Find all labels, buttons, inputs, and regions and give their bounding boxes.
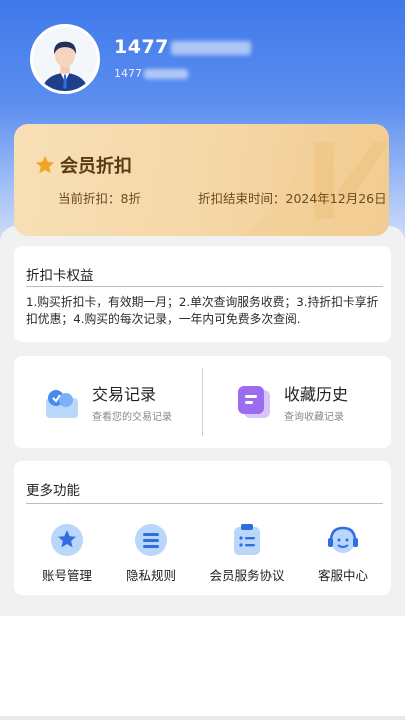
avatar-icon [33, 27, 97, 91]
more-functions-card: 更多功能 账号管理 隐私规则 会员服务协议 客服中心 [14, 461, 391, 595]
records-separator [202, 368, 203, 436]
member-agreement-label: 会员服务协议 [209, 568, 285, 583]
more-functions-heading: 更多功能 [26, 483, 80, 499]
masked-name [170, 40, 251, 55]
vip-title: 会员折扣 [34, 152, 132, 178]
privacy-rules-label: 隐私规则 [125, 568, 176, 583]
benefits-text: 1.购买折扣卡，有效期一月；2.单次查询服务收费；3.持折扣卡享折扣优惠；4.购… [26, 295, 379, 326]
current-discount: 当前折扣：8折 [58, 191, 141, 206]
clipboard-icon [234, 524, 260, 555]
privacy-rules-button[interactable]: 隐私规则 [106, 523, 196, 584]
divider [26, 286, 383, 287]
discount-end-time: 折扣结束时间：2024年12月26日 [198, 191, 387, 206]
transaction-records-button[interactable]: 交易记录 查看您的交易记录 [42, 356, 172, 448]
customer-service-label: 客服中心 [317, 568, 368, 583]
favorites-history-button[interactable]: 收藏历史 查询收藏记录 [234, 356, 348, 448]
user-name: 1477 [114, 36, 251, 58]
records-card: 交易记录 查看您的交易记录 收藏历史 查询收藏记录 [14, 356, 391, 448]
transaction-icon [46, 390, 78, 418]
transaction-records-title: 交易记录 [92, 385, 157, 404]
benefits-heading: 折扣卡权益 [26, 268, 94, 284]
vip-card-decoration [244, 124, 389, 236]
star-icon [35, 155, 55, 174]
vip-discount-card[interactable]: 会员折扣 当前折扣：8折 折扣结束时间：2024年12月26日 [14, 124, 389, 236]
customer-service-button[interactable]: 客服中心 [298, 523, 388, 584]
member-agreement-button[interactable]: 会员服务协议 [202, 523, 292, 584]
masked-phone [144, 69, 188, 79]
account-management-button[interactable]: 账号管理 [22, 523, 112, 584]
favorites-icon [238, 386, 270, 418]
benefits-card: 折扣卡权益 1.购买折扣卡，有效期一月；2.单次查询服务收费；3.持折扣卡享折扣… [14, 246, 391, 342]
user-avatar[interactable] [30, 24, 100, 94]
favorites-history-title: 收藏历史 [284, 385, 349, 404]
list-icon [135, 524, 167, 556]
star-icon [51, 524, 83, 556]
headset-icon [328, 526, 358, 553]
bottom-bar [0, 716, 405, 720]
divider [26, 503, 383, 504]
favorites-history-subtitle: 查询收藏记录 [284, 412, 344, 423]
user-phone: 1477 [114, 67, 188, 80]
transaction-records-subtitle: 查看您的交易记录 [92, 412, 172, 423]
account-management-label: 账号管理 [41, 568, 92, 583]
